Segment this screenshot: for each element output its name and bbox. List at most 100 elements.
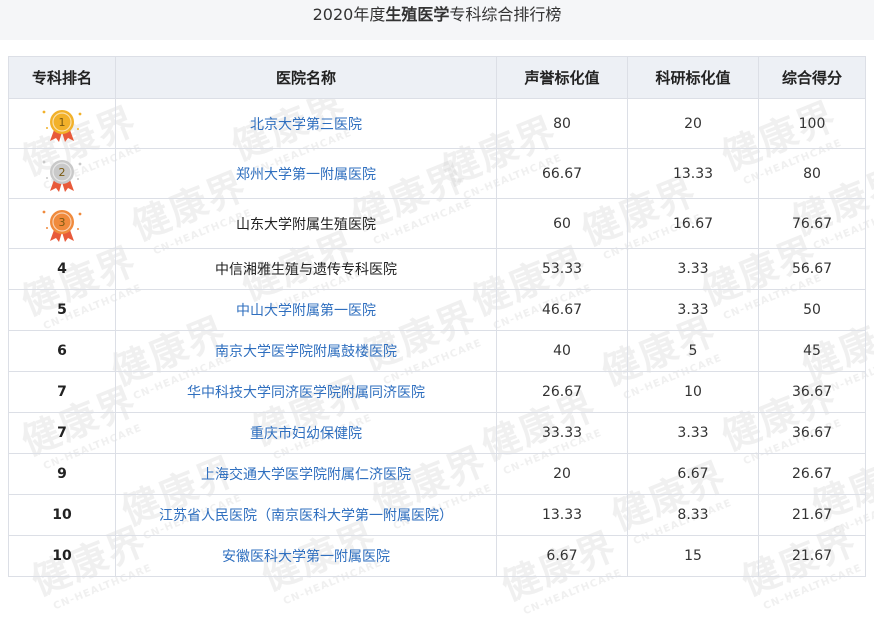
hospital-cell: 南京大学医学院附属鼓楼医院	[115, 330, 497, 372]
score-cell: 76.67	[758, 198, 866, 249]
reputation-cell: 26.67	[496, 371, 628, 413]
hospital-link[interactable]: 江苏省人民医院（南京医科大学第一附属医院）	[159, 508, 453, 524]
table-row: 1 北京大学第三医院 80 20 100	[8, 98, 866, 149]
table-row: 6 南京大学医学院附属鼓楼医院 40 5 45	[8, 330, 866, 372]
research-cell: 15	[627, 535, 759, 577]
rank-cell: 2	[8, 148, 116, 199]
table-row: 4 中信湘雅生殖与遗传专科医院 53.33 3.33 56.67	[8, 248, 866, 290]
reputation-cell: 20	[496, 453, 628, 495]
research-cell: 3.33	[627, 289, 759, 331]
research-cell: 5	[627, 330, 759, 372]
research-cell: 10	[627, 371, 759, 413]
reputation-cell: 40	[496, 330, 628, 372]
hospital-link[interactable]: 华中科技大学同济医学院附属同济医院	[187, 385, 425, 401]
hospital-link[interactable]: 中山大学附属第一医院	[236, 303, 376, 319]
silver-medal-icon: 2	[39, 159, 85, 192]
table-row: 10 安徽医科大学第一附属医院 6.67 15 21.67	[8, 535, 866, 577]
research-cell: 6.67	[627, 453, 759, 495]
medal-number: 3	[59, 216, 66, 229]
score-cell: 36.67	[758, 371, 866, 413]
hospital-link[interactable]: 重庆市妇幼保健院	[250, 426, 362, 442]
score-cell: 21.67	[758, 494, 866, 536]
column-header-score: 综合得分	[758, 56, 866, 99]
table-row: 9 上海交通大学医学院附属仁济医院 20 6.67 26.67	[8, 453, 866, 495]
reputation-cell: 66.67	[496, 148, 628, 199]
rank-cell: 5	[8, 289, 116, 331]
reputation-cell: 6.67	[496, 535, 628, 577]
bronze-medal-icon: 3	[39, 209, 85, 242]
rank-cell: 10	[8, 494, 116, 536]
hospital-link[interactable]: 南京大学医学院附属鼓楼医院	[215, 344, 397, 360]
title-bold: 生殖医学	[385, 5, 450, 24]
table-row: 7 华中科技大学同济医学院附属同济医院 26.67 10 36.67	[8, 371, 866, 413]
reputation-cell: 13.33	[496, 494, 628, 536]
score-cell: 26.67	[758, 453, 866, 495]
table-row: 3 山东大学附属生殖医院 60 16.67 76.67	[8, 198, 866, 249]
reputation-cell: 80	[496, 98, 628, 149]
research-cell: 20	[627, 98, 759, 149]
title-suffix: 专科综合排行榜	[449, 5, 562, 24]
hospital-cell: 江苏省人民医院（南京医科大学第一附属医院）	[115, 494, 497, 536]
medal-number: 1	[59, 116, 66, 129]
rank-cell: 10	[8, 535, 116, 577]
rank-cell: 7	[8, 412, 116, 454]
page-title: 2020年度生殖医学专科综合排行榜	[0, 0, 874, 40]
reputation-cell: 33.33	[496, 412, 628, 454]
column-header-research: 科研标化值	[627, 56, 759, 99]
research-cell: 13.33	[627, 148, 759, 199]
table-row: 5 中山大学附属第一医院 46.67 3.33 50	[8, 289, 866, 331]
column-header-hospital: 医院名称	[115, 56, 497, 99]
hospital-link[interactable]: 郑州大学第一附属医院	[236, 167, 376, 183]
hospital-link[interactable]: 北京大学第三医院	[250, 117, 362, 133]
rank-number: 7	[57, 425, 67, 441]
score-cell: 21.67	[758, 535, 866, 577]
hospital-name: 山东大学附属生殖医院	[236, 216, 376, 233]
rank-number: 9	[57, 466, 67, 482]
rank-cell: 7	[8, 371, 116, 413]
reputation-cell: 46.67	[496, 289, 628, 331]
reputation-cell: 53.33	[496, 248, 628, 290]
rank-number: 4	[57, 261, 67, 277]
hospital-cell: 华中科技大学同济医学院附属同济医院	[115, 371, 497, 413]
hospital-cell: 山东大学附属生殖医院	[115, 198, 497, 249]
rank-number: 7	[57, 384, 67, 400]
hospital-cell: 郑州大学第一附属医院	[115, 148, 497, 199]
gold-medal-icon: 1	[39, 109, 85, 142]
rank-number: 5	[57, 302, 67, 318]
medal-number: 2	[59, 166, 66, 179]
hospital-name: 中信湘雅生殖与遗传专科医院	[215, 262, 397, 278]
research-cell: 3.33	[627, 248, 759, 290]
hospital-cell: 重庆市妇幼保健院	[115, 412, 497, 454]
score-cell: 100	[758, 98, 866, 149]
rank-cell: 1	[8, 98, 116, 149]
table-row: 10 江苏省人民医院（南京医科大学第一附属医院） 13.33 8.33 21.67	[8, 494, 866, 536]
research-cell: 3.33	[627, 412, 759, 454]
rank-cell: 6	[8, 330, 116, 372]
rank-number: 10	[52, 548, 72, 564]
rank-number: 6	[57, 343, 67, 359]
rank-cell: 3	[8, 198, 116, 249]
hospital-cell: 北京大学第三医院	[115, 98, 497, 149]
score-cell: 80	[758, 148, 866, 199]
hospital-cell: 中山大学附属第一医院	[115, 289, 497, 331]
table-body: 1 北京大学第三医院 80 20 100 2 郑州大学第一附属医院 66.67 13.33 80 3…	[8, 98, 866, 577]
column-header-reputation: 声誉标化值	[496, 56, 628, 99]
hospital-cell: 安徽医科大学第一附属医院	[115, 535, 497, 577]
table-row: 7 重庆市妇幼保健院 33.33 3.33 36.67	[8, 412, 866, 454]
hospital-link[interactable]: 安徽医科大学第一附属医院	[222, 549, 390, 565]
hospital-cell: 中信湘雅生殖与遗传专科医院	[115, 248, 497, 290]
column-header-rank: 专科排名	[8, 56, 116, 99]
score-cell: 45	[758, 330, 866, 372]
hospital-link[interactable]: 上海交通大学医学院附属仁济医院	[201, 467, 411, 483]
reputation-cell: 60	[496, 198, 628, 249]
research-cell: 8.33	[627, 494, 759, 536]
table-header-row: 专科排名 医院名称 声誉标化值 科研标化值 综合得分	[8, 56, 866, 99]
rank-number: 10	[52, 507, 72, 523]
score-cell: 56.67	[758, 248, 866, 290]
hospital-cell: 上海交通大学医学院附属仁济医院	[115, 453, 497, 495]
rank-cell: 9	[8, 453, 116, 495]
table-row: 2 郑州大学第一附属医院 66.67 13.33 80	[8, 148, 866, 199]
rank-cell: 4	[8, 248, 116, 290]
score-cell: 36.67	[758, 412, 866, 454]
score-cell: 50	[758, 289, 866, 331]
